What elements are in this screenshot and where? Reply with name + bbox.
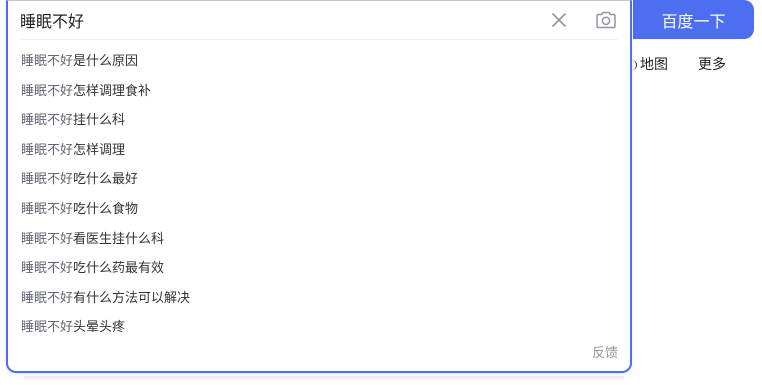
suggestion-prefix: 睡眠不好 xyxy=(21,113,74,129)
suggestion-completion: 吃什么食物 xyxy=(73,201,139,217)
suggestion-item[interactable]: 睡眠不好头晕头疼 xyxy=(8,313,630,343)
suggestion-completion: 怎样调理 xyxy=(73,142,126,158)
suggestion-prefix: 睡眠不好 xyxy=(21,83,74,99)
search-row xyxy=(8,1,630,39)
suggestion-prefix: 睡眠不好 xyxy=(21,54,74,69)
suggestion-completion: 看医生挂什么科 xyxy=(73,231,165,247)
suggestion-prefix: 睡眠不好 xyxy=(21,201,74,217)
search-input[interactable] xyxy=(20,8,520,32)
nav-more-link[interactable]: 更多 xyxy=(698,54,726,74)
search-box: 睡眠不好是什么原因睡眠不好怎样调理食补睡眠不好挂什么科睡眠不好怎样调理睡眠不好吃… xyxy=(6,0,632,373)
suggestion-completion: 怎样调理食补 xyxy=(73,83,152,99)
suggestion-completion: 是什么原因 xyxy=(73,54,139,69)
suggestion-completion: 有什么方法可以解决 xyxy=(73,290,191,306)
close-icon[interactable] xyxy=(549,10,569,30)
suggestion-prefix: 睡眠不好 xyxy=(21,172,74,188)
suggestion-completion: 头晕头疼 xyxy=(73,320,126,336)
suggestion-item[interactable]: 睡眠不好吃什么食物 xyxy=(8,195,630,225)
suggestion-item[interactable]: 睡眠不好挂什么科 xyxy=(8,106,630,136)
suggestion-prefix: 睡眠不好 xyxy=(21,231,74,247)
nav-map-link[interactable]: 地图 xyxy=(630,54,668,74)
suggestion-item[interactable]: 睡眠不好怎样调理食补 xyxy=(8,77,630,107)
suggestion-completion: 挂什么科 xyxy=(73,113,126,129)
suggestion-item[interactable]: 睡眠不好吃什么最好 xyxy=(8,165,630,195)
suggestion-prefix: 睡眠不好 xyxy=(21,320,74,336)
suggestion-item[interactable]: 睡眠不好吃什么药最有效 xyxy=(8,254,630,284)
suggestion-prefix: 睡眠不好 xyxy=(21,142,74,158)
nav-map-label: 地图 xyxy=(640,57,668,73)
search-button[interactable]: 百度一下 xyxy=(633,0,754,39)
top-nav: 地图 更多 xyxy=(630,54,726,74)
search-page: 地图 更多 百度一下 睡眠不好是什么原因睡眠不好怎样调理食补睡眠不好挂什么科睡眠… xyxy=(0,0,762,385)
suggestion-item[interactable]: 睡眠不好看医生挂什么科 xyxy=(8,225,630,255)
camera-icon[interactable] xyxy=(595,10,617,30)
suggestion-list: 睡眠不好是什么原因 睡眠不好怎样调理食补 睡眠不好挂什么科 睡眠不好怎样调理 睡眠不好吃… xyxy=(8,40,630,343)
suggestion-item[interactable]: 睡眠不好怎样调理 xyxy=(8,136,630,166)
suggestion-prefix: 睡眠不好 xyxy=(21,261,74,277)
feedback-link[interactable]: 反馈 xyxy=(592,342,618,361)
suggestion-completion: 吃什么最好 xyxy=(73,172,139,188)
suggestion-item[interactable]: 睡眠不好有什么方法可以解决 xyxy=(8,284,630,314)
dropdown-shadow xyxy=(24,376,624,382)
suggestion-completion: 吃什么药最有效 xyxy=(73,261,165,277)
suggestion-item[interactable]: 睡眠不好是什么原因 xyxy=(8,47,630,77)
suggestion-prefix: 睡眠不好 xyxy=(21,290,74,306)
